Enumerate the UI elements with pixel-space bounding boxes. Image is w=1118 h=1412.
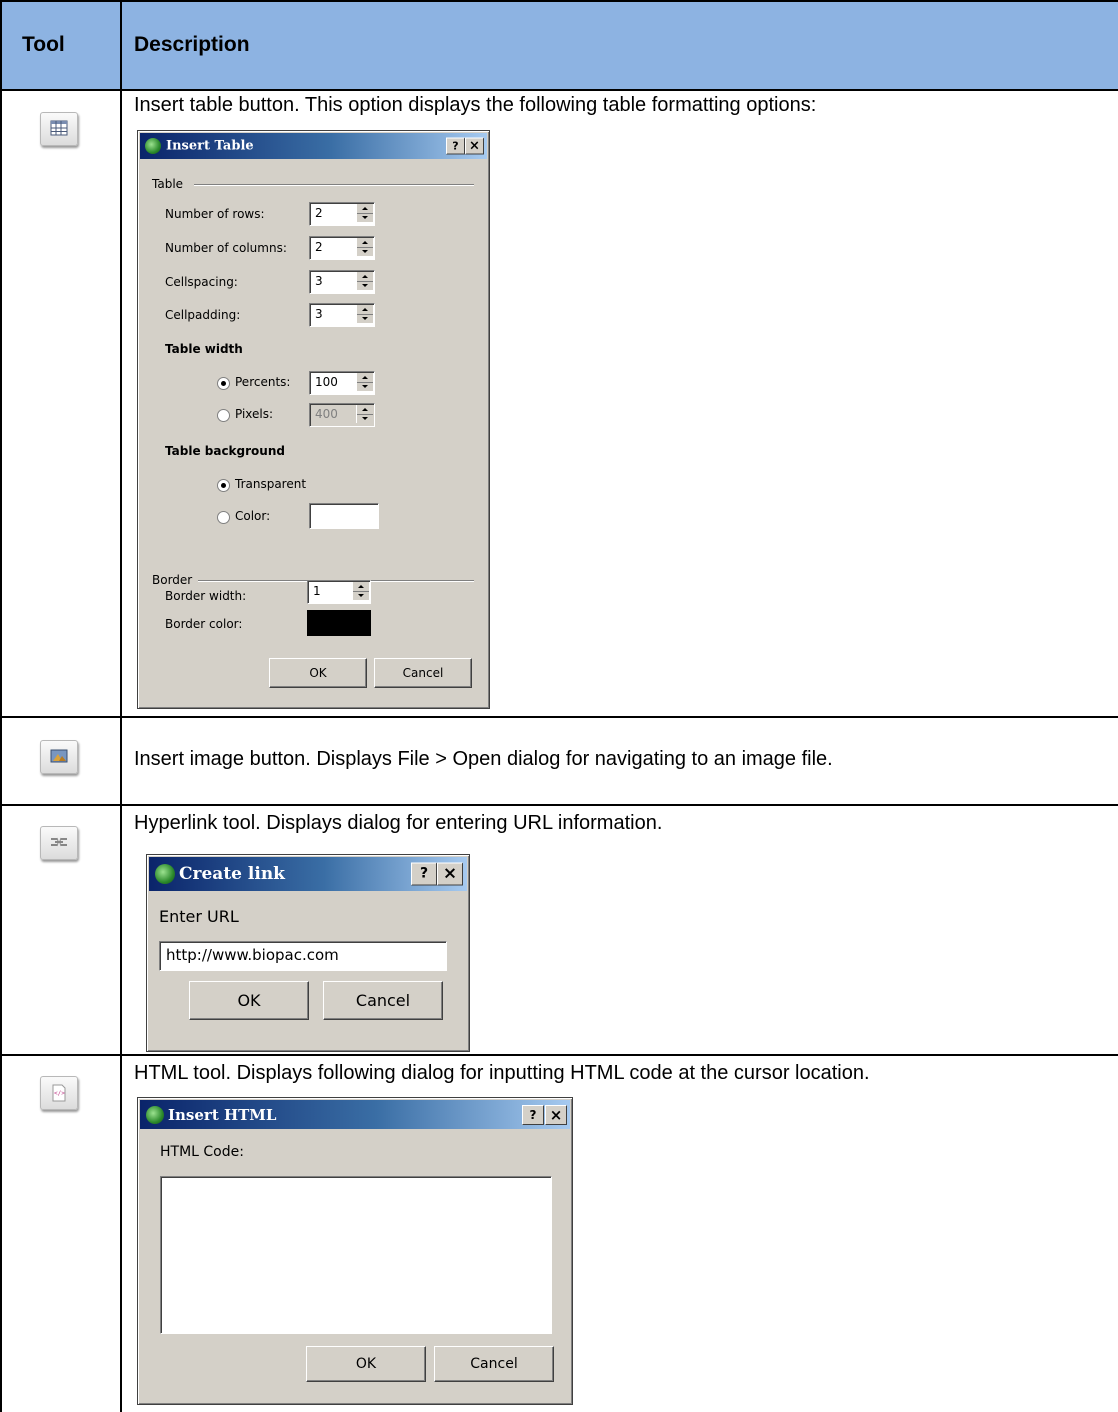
border-color-swatch[interactable]	[307, 610, 371, 636]
close-button[interactable]: ×	[545, 1104, 567, 1125]
border-group-label: Border	[152, 573, 193, 587]
pixels-spinner[interactable]: 400	[309, 403, 375, 427]
ok-button[interactable]: OK	[306, 1346, 426, 1382]
dialog-title: Insert HTML	[168, 1105, 277, 1124]
columns-spinner[interactable]: 2	[309, 236, 375, 260]
border-width-label: Border width:	[165, 589, 247, 603]
app-icon	[146, 1105, 164, 1124]
hyperlink-icon	[51, 837, 67, 847]
row-description: Insert table button. This option display…	[134, 94, 817, 116]
rows-value: 2	[315, 206, 323, 220]
ok-button[interactable]: OK	[189, 981, 309, 1020]
table-left-border	[0, 0, 2, 1412]
app-icon	[145, 138, 161, 154]
cellpadding-label: Cellpadding:	[165, 308, 241, 322]
color-label: Color:	[235, 509, 271, 523]
percents-radio[interactable]	[217, 377, 230, 390]
dialog-title: Create link	[179, 864, 285, 884]
header-description: Description	[134, 33, 250, 56]
table-top-border	[0, 0, 1118, 2]
columns-value: 2	[315, 240, 323, 254]
rows-spinner[interactable]: 2	[309, 202, 375, 226]
html-tool-button[interactable]: </>	[40, 1076, 78, 1110]
pixels-radio[interactable]	[217, 409, 230, 422]
url-input[interactable]: http://www.biopac.com	[159, 941, 447, 971]
insert-image-icon	[50, 749, 68, 763]
row-description: Insert image button. Displays File > Ope…	[134, 748, 833, 770]
row-description: HTML tool. Displays following dialog for…	[134, 1062, 870, 1084]
group-separator	[194, 184, 474, 186]
cellspacing-label: Cellspacing:	[165, 275, 238, 289]
dialog-titlebar: Create link ? ×	[149, 857, 467, 891]
html-code-label: HTML Code:	[160, 1144, 244, 1160]
html-code-icon: </>	[52, 1084, 66, 1102]
table-group-label: Table	[152, 177, 184, 191]
color-radio[interactable]	[217, 511, 230, 524]
transparent-label: Transparent	[235, 477, 307, 491]
url-label: Enter URL	[159, 907, 239, 926]
cancel-button[interactable]: Cancel	[323, 981, 443, 1020]
background-color-swatch[interactable]	[309, 503, 379, 529]
column-divider	[120, 0, 122, 1412]
cancel-button[interactable]: Cancel	[374, 658, 472, 688]
percents-label: Percents:	[235, 375, 291, 389]
row-divider	[0, 89, 1118, 91]
border-width-spinner[interactable]: 1	[307, 580, 371, 604]
url-value: http://www.biopac.com	[166, 946, 339, 964]
table-background-heading: Table background	[165, 444, 285, 458]
border-color-label: Border color:	[165, 617, 243, 631]
header-tool: Tool	[22, 33, 65, 56]
percents-spinner[interactable]: 100	[309, 371, 375, 395]
hyperlink-button[interactable]	[40, 826, 78, 860]
insert-table-icon	[50, 120, 68, 136]
help-button[interactable]: ?	[411, 862, 437, 886]
insert-html-dialog: Insert HTML ? × HTML Code: OK Cancel	[137, 1097, 573, 1405]
insert-table-dialog: Insert Table ? × Table Number of rows: 2…	[137, 130, 490, 709]
transparent-radio[interactable]	[217, 479, 230, 492]
help-button[interactable]: ?	[446, 137, 465, 155]
dialog-titlebar: Insert HTML ? ×	[140, 1100, 570, 1129]
cellspacing-value: 3	[315, 274, 323, 288]
columns-label: Number of columns:	[165, 241, 287, 255]
cellspacing-spinner[interactable]: 3	[309, 270, 375, 294]
rows-label: Number of rows:	[165, 207, 265, 221]
close-button[interactable]: ×	[437, 862, 463, 886]
close-button[interactable]: ×	[465, 137, 484, 155]
row-divider	[0, 716, 1118, 718]
row-divider	[0, 804, 1118, 806]
ok-button[interactable]: OK	[269, 658, 367, 688]
svg-text:</>: </>	[54, 1090, 65, 1097]
row-divider	[0, 1054, 1118, 1056]
percents-value: 100	[315, 375, 338, 389]
row-description: Hyperlink tool. Displays dialog for ente…	[134, 812, 663, 834]
insert-table-button[interactable]	[40, 112, 78, 146]
insert-image-button[interactable]	[40, 740, 78, 774]
border-width-value: 1	[313, 584, 321, 598]
cancel-button[interactable]: Cancel	[434, 1346, 554, 1382]
cellpadding-spinner[interactable]: 3	[309, 303, 375, 327]
app-icon	[155, 864, 175, 884]
pixels-value: 400	[315, 407, 338, 421]
help-button[interactable]: ?	[522, 1104, 544, 1125]
pixels-label: Pixels:	[235, 407, 274, 421]
html-code-textarea[interactable]	[160, 1176, 552, 1334]
table-width-heading: Table width	[165, 342, 243, 356]
dialog-titlebar: Insert Table ? ×	[140, 133, 487, 159]
dialog-title: Insert Table	[166, 138, 254, 154]
cellpadding-value: 3	[315, 307, 323, 321]
create-link-dialog: Create link ? × Enter URL http://www.bio…	[146, 854, 470, 1052]
